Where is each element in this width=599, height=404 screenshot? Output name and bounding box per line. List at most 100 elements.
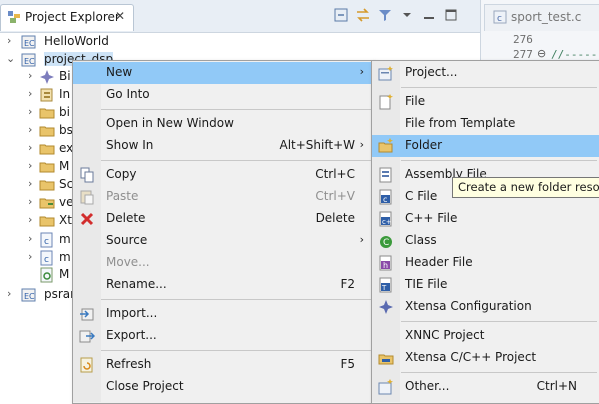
- folder-icon: [39, 141, 55, 157]
- submenu-item-other[interactable]: Other... Ctrl+N: [372, 376, 599, 398]
- fold-toggle-icon[interactable]: ⊖: [537, 47, 546, 60]
- menu-item-label: Export...: [106, 328, 157, 342]
- tree-item-label: bs: [59, 123, 73, 137]
- menu-item-show-in[interactable]: Show In Alt+Shift+W ›: [73, 135, 372, 157]
- chevron-right-icon: ›: [359, 138, 364, 151]
- maximize-icon[interactable]: [443, 7, 459, 23]
- chevron-down-icon[interactable]: ⌄: [6, 52, 15, 65]
- tree-item-label: HelloWorld: [44, 34, 109, 48]
- submenu-item-file-from-template[interactable]: File from Template: [372, 113, 599, 135]
- tree-item-label: bi: [59, 105, 70, 119]
- tree-item-label: Bi: [59, 69, 71, 83]
- svg-text:C: C: [383, 238, 389, 248]
- menu-item-label: New: [106, 65, 133, 79]
- chevron-right-icon[interactable]: ›: [28, 213, 32, 226]
- submenu-item-xtensa-configuration[interactable]: Xtensa Configuration: [372, 296, 599, 318]
- class-icon: C: [378, 233, 394, 249]
- menu-item-label: Project...: [405, 65, 458, 79]
- collapse-all-icon[interactable]: [333, 7, 349, 23]
- c-project-icon: EC: [21, 287, 37, 303]
- chevron-right-icon[interactable]: ›: [7, 34, 11, 47]
- submenu-item-xtensa-cpp-project[interactable]: Xtensa C/C++ Project: [372, 347, 599, 369]
- paste-icon: [79, 189, 95, 205]
- submenu-item-cpp-file[interactable]: c+ C++ File: [372, 208, 599, 230]
- chevron-right-icon[interactable]: ›: [28, 123, 32, 136]
- submenu-item-class[interactable]: C Class: [372, 230, 599, 252]
- folder-icon: [39, 195, 55, 211]
- submenu-item-xnnc-project[interactable]: XNNC Project: [372, 325, 599, 347]
- tree-item-label: M: [59, 159, 70, 173]
- tooltip-text: Create a new folder resource: [458, 180, 599, 194]
- submenu-item-folder[interactable]: Folder: [372, 135, 599, 157]
- link-with-editor-icon[interactable]: [355, 7, 371, 23]
- menu-item-rename[interactable]: Rename... F2: [73, 274, 372, 296]
- tie-file-icon: T: [378, 277, 394, 293]
- menu-item-delete[interactable]: Delete Delete: [73, 208, 372, 230]
- filter-icon[interactable]: [377, 7, 393, 23]
- svg-text:c: c: [497, 14, 502, 24]
- menu-item-label: Rename...: [106, 277, 167, 291]
- menu-item-label: Show In: [106, 138, 154, 152]
- delete-icon: [79, 211, 95, 227]
- menu-item-label: Move...: [106, 255, 150, 269]
- menu-item-import[interactable]: Import...: [73, 303, 372, 325]
- folder-icon: [39, 159, 55, 175]
- folder-icon: [39, 123, 55, 139]
- menu-item-copy[interactable]: Copy Ctrl+C: [73, 164, 372, 186]
- chevron-right-icon[interactable]: ›: [28, 105, 32, 118]
- chevron-right-icon[interactable]: ›: [7, 287, 11, 300]
- chevron-right-icon[interactable]: ›: [28, 159, 32, 172]
- shortcut-label: Delete: [315, 211, 355, 225]
- menu-item-go-into[interactable]: Go Into: [73, 84, 372, 106]
- chevron-right-icon[interactable]: ›: [28, 141, 32, 154]
- menu-item-label: Header File: [405, 255, 473, 269]
- chevron-right-icon[interactable]: ›: [28, 195, 32, 208]
- menu-item-paste[interactable]: Paste Ctrl+V: [73, 186, 372, 208]
- svg-text:c: c: [44, 255, 49, 265]
- menu-item-move[interactable]: Move...: [73, 252, 372, 274]
- submenu-item-file[interactable]: File: [372, 91, 599, 113]
- menu-item-label: Refresh: [106, 357, 152, 371]
- close-icon[interactable]: ✕: [115, 9, 125, 23]
- view-menu-icon[interactable]: [399, 7, 415, 23]
- xtensa-project-icon: [378, 350, 394, 366]
- svg-text:c+: c+: [382, 218, 392, 226]
- menu-item-new[interactable]: New ›: [73, 62, 372, 84]
- chevron-right-icon[interactable]: ›: [28, 69, 32, 82]
- folder-icon: [39, 213, 55, 229]
- new-folder-icon: [378, 138, 394, 154]
- chevron-right-icon[interactable]: ›: [28, 250, 32, 263]
- c-project-icon: EC: [21, 34, 37, 50]
- tab-label: Project Explorer: [25, 10, 120, 24]
- menu-item-open-in-new-window[interactable]: Open in New Window: [73, 113, 372, 135]
- tab-sport-test[interactable]: c sport_test.c: [484, 4, 599, 31]
- chevron-right-icon[interactable]: ›: [28, 87, 32, 100]
- menu-item-label: Other...: [405, 379, 450, 393]
- svg-text:EC: EC: [24, 57, 35, 66]
- submenu-item-project[interactable]: Project...: [372, 62, 599, 84]
- menu-item-label: Xtensa C/C++ Project: [405, 350, 537, 364]
- menu-item-label: Open in New Window: [106, 116, 234, 130]
- tab-project-explorer[interactable]: Project Explorer ✕: [0, 4, 134, 31]
- tree-item-helloworld[interactable]: › EC HelloWorld: [0, 32, 480, 52]
- c-file-icon: c: [493, 10, 507, 24]
- chevron-right-icon[interactable]: ›: [28, 232, 32, 245]
- chevron-right-icon[interactable]: ›: [28, 177, 32, 190]
- submenu-item-tie-file[interactable]: T TIE File: [372, 274, 599, 296]
- menu-item-refresh[interactable]: Refresh F5: [73, 354, 372, 376]
- binaries-icon: [39, 69, 55, 85]
- menu-item-label: File: [405, 94, 426, 108]
- menu-item-close-project[interactable]: Close Project: [73, 376, 372, 398]
- submenu-item-header-file[interactable]: h Header File: [372, 252, 599, 274]
- menu-item-source[interactable]: Source ›: [73, 230, 372, 252]
- chevron-right-icon: ›: [359, 65, 364, 78]
- menu-separator: [101, 350, 371, 351]
- menu-item-export[interactable]: Export...: [73, 325, 372, 347]
- import-icon: [79, 306, 95, 322]
- c-file-icon: c: [39, 232, 55, 248]
- minimize-icon[interactable]: [421, 7, 437, 23]
- header-file-icon: h: [378, 255, 394, 271]
- tree-item-label: M: [59, 267, 70, 281]
- xtensa-config-icon: [378, 299, 394, 315]
- menu-separator: [101, 299, 371, 300]
